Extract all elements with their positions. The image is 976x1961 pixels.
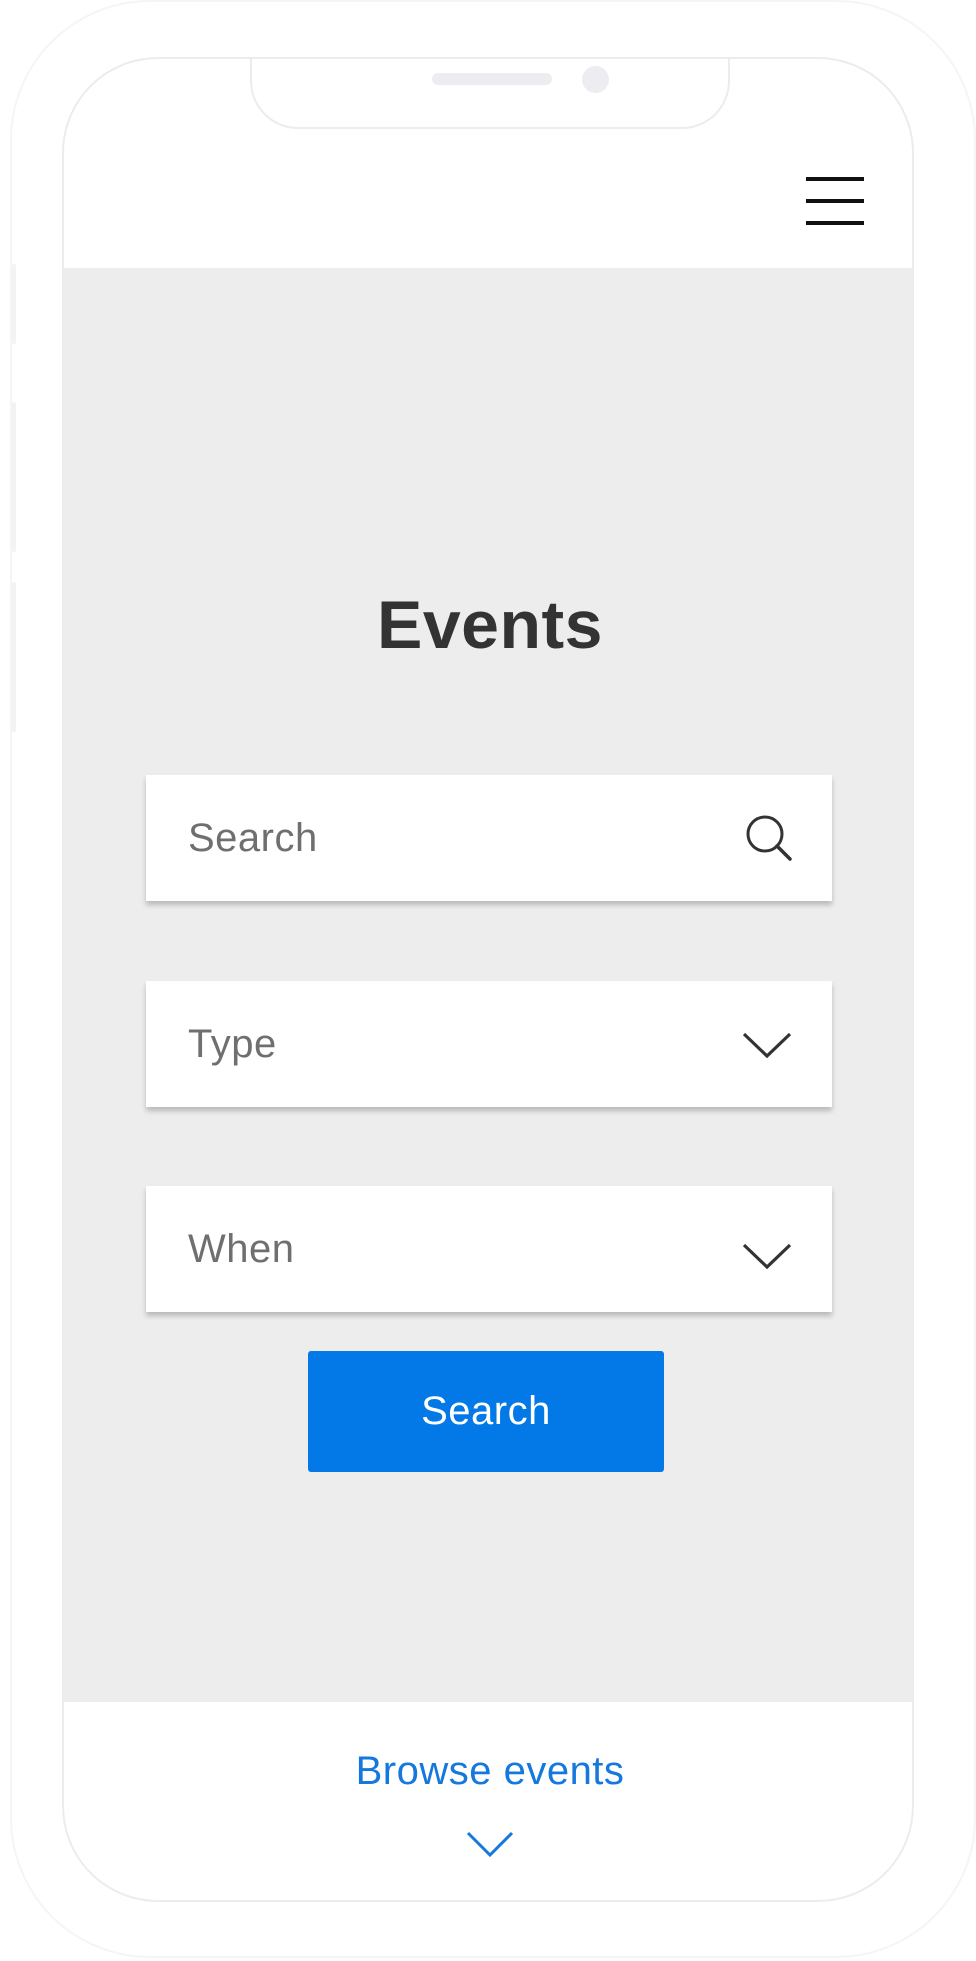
side-button [12,582,16,732]
chevron-down-icon[interactable] [466,1829,514,1859]
when-select[interactable]: When [146,1186,832,1312]
side-button [12,402,16,552]
speaker [432,73,552,85]
chevron-down-icon[interactable] [742,1230,792,1280]
search-button[interactable]: Search [308,1351,664,1472]
page-title: Events [377,587,603,663]
camera [582,66,609,93]
browse-events-link[interactable]: Browse events [64,1749,912,1794]
search-input[interactable]: Search [146,775,832,901]
side-button [12,264,16,344]
type-select[interactable]: Type [146,981,832,1107]
search-placeholder: Search [188,816,318,860]
hamburger-menu-icon[interactable] [806,177,864,225]
notch [250,59,730,129]
type-select-label: Type [188,1022,277,1066]
search-icon[interactable] [744,813,794,863]
chevron-down-icon[interactable] [742,1019,792,1069]
screen: Events Search Type When Search Browse ev… [62,57,914,1902]
search-hero: Events Search Type When Search [64,268,912,1702]
when-select-label: When [188,1227,295,1271]
